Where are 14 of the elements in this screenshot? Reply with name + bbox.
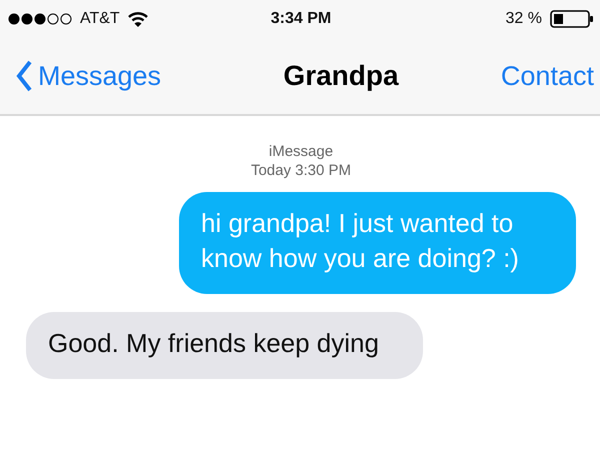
battery-percent: 32 % xyxy=(506,10,542,28)
signal-icon xyxy=(8,12,72,26)
battery-icon xyxy=(550,10,594,28)
wifi-icon xyxy=(128,12,148,26)
contact-button[interactable]: Contact xyxy=(500,60,594,92)
sent-message-bubble: hi grandpa! I just wanted to know how you are doing? :) xyxy=(179,192,576,294)
clock: 3:34 PM xyxy=(270,10,332,28)
back-button[interactable]: Messages xyxy=(16,60,162,92)
carrier: AT&T xyxy=(80,10,120,28)
service-label: iMessage xyxy=(268,142,334,161)
chevron-left-icon xyxy=(16,60,32,92)
timestamp: Today 3:30 PM xyxy=(250,161,352,180)
conversation-title: Grandpa xyxy=(283,60,399,92)
received-message-bubble: Good. My friends keep dying xyxy=(26,312,423,379)
